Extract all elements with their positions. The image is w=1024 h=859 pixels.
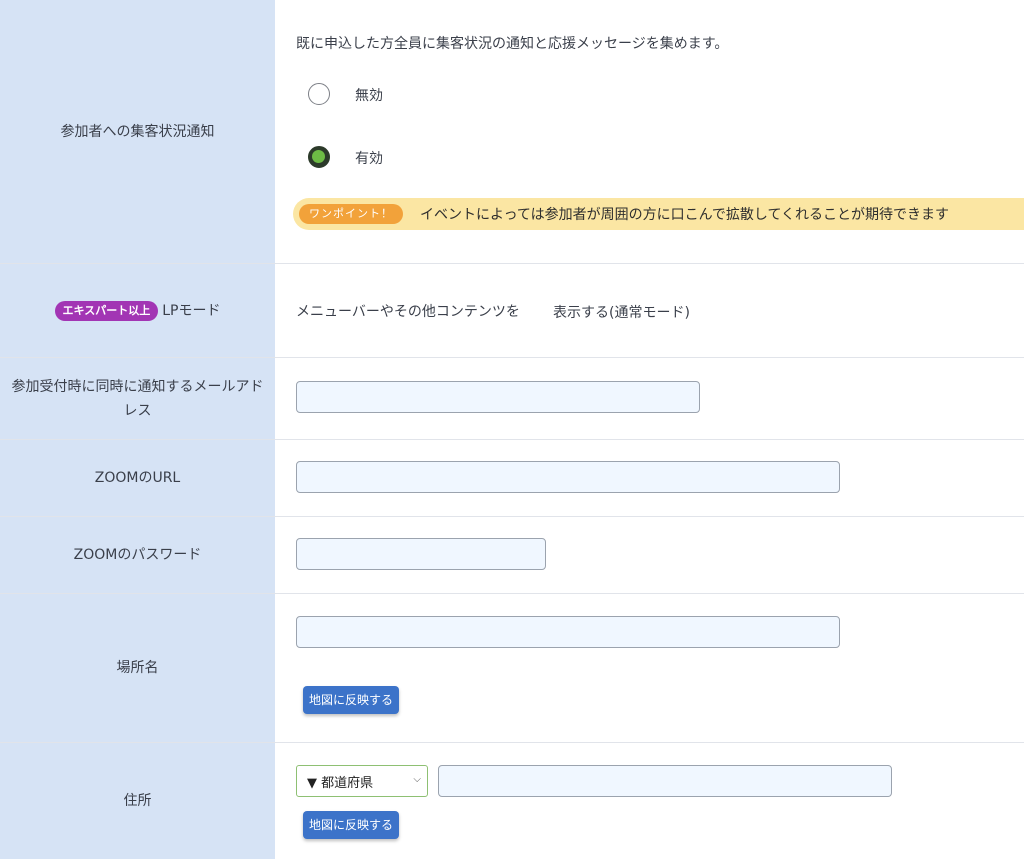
radio-disabled[interactable] xyxy=(308,83,330,105)
row-notify-email: 参加受付時に同時に通知するメールアドレス xyxy=(0,358,1024,440)
zoom-password-label: ZOOMのパスワード xyxy=(73,547,202,563)
address-map-button[interactable]: 地図に反映する xyxy=(303,811,400,839)
expert-badge: エキスパート以上 xyxy=(54,300,159,321)
place-name-label: 場所名 xyxy=(116,660,159,676)
label-cell: ZOOMのパスワード xyxy=(0,517,275,593)
label-cell: エキスパート以上 LPモード xyxy=(0,264,275,357)
onepoint-banner: ワンポイント！ イベントによっては参加者が周囲の方に口こんで拡散してくれることが… xyxy=(293,198,1024,230)
address-label: 住所 xyxy=(123,793,152,809)
zoom-url-label: ZOOMのURL xyxy=(94,470,181,486)
label-cell: ZOOMのURL xyxy=(0,440,275,516)
notify-email-input[interactable] xyxy=(296,381,700,413)
row-notify: 参加者への集客状況通知 既に申込した方全員に集客状況の通知と応援メッセージを集め… xyxy=(0,0,1024,264)
label-cell: 住所 xyxy=(0,743,275,859)
label-cell: 場所名 xyxy=(0,594,275,742)
notify-description: 既に申込した方全員に集客状況の通知と応援メッセージを集めます。 xyxy=(296,36,729,52)
row-zoom-url: ZOOMのURL xyxy=(0,440,1024,517)
lp-mode-value[interactable]: 表示する(通常モード) xyxy=(553,302,690,322)
label-cell: 参加者への集客状況通知 xyxy=(0,0,275,263)
notify-email-label: 参加受付時に同時に通知するメールアドレス xyxy=(11,378,264,419)
radio-disabled-label[interactable]: 無効 xyxy=(355,85,383,105)
lp-mode-label: LPモード xyxy=(162,302,221,319)
prefecture-selected: ▼ 都道府県 xyxy=(307,775,374,791)
place-name-input[interactable] xyxy=(296,616,840,648)
address-input[interactable] xyxy=(438,765,892,797)
place-map-button[interactable]: 地図に反映する xyxy=(303,686,400,714)
zoom-password-input[interactable] xyxy=(296,538,546,570)
chevron-down-icon: ⌵ xyxy=(413,774,421,785)
row-zoom-password: ZOOMのパスワード xyxy=(0,517,1024,594)
lp-mode-content: メニューバーやその他コンテンツを 表示する(通常モード) xyxy=(296,264,1024,357)
prefecture-select[interactable]: ▼ 都道府県 ⌵ xyxy=(296,765,428,797)
row-place-name: 場所名 地図に反映する xyxy=(0,594,1024,743)
onepoint-message: イベントによっては参加者が周囲の方に口こんで拡散してくれることが期待できます xyxy=(420,207,950,223)
radio-enabled-label[interactable]: 有効 xyxy=(355,148,383,168)
zoom-url-input[interactable] xyxy=(296,461,840,493)
row-lp-mode: エキスパート以上 LPモード メニューバーやその他コンテンツを 表示する(通常モ… xyxy=(0,264,1024,358)
notify-label: 参加者への集客状況通知 xyxy=(60,123,215,140)
label-cell: 参加受付時に同時に通知するメールアドレス xyxy=(0,358,275,439)
onepoint-chip: ワンポイント！ xyxy=(299,204,403,224)
radio-enabled[interactable] xyxy=(308,146,330,168)
lp-mode-text: メニューバーやその他コンテンツを xyxy=(296,304,520,320)
row-address: 住所 ▼ 都道府県 ⌵ 地図に反映する xyxy=(0,743,1024,859)
